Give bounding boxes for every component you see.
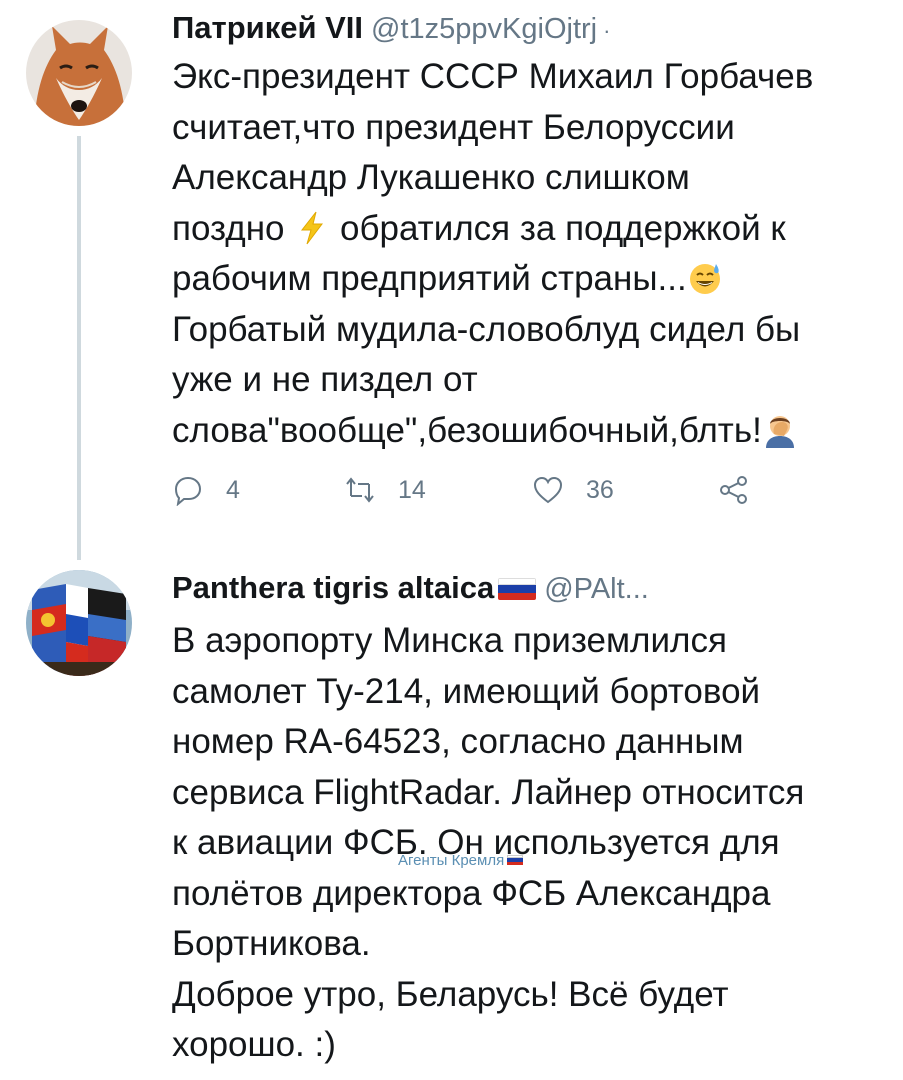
display-name[interactable]: Panthera tigris altaica [172,570,494,605]
fox-avatar-image [26,20,132,126]
tweet-line: слова"вообще",безошибочный,блть! [172,406,872,457]
display-name[interactable]: Патрикей VII [172,10,363,45]
retweet-button[interactable]: 14 [344,470,426,510]
retweet-icon [346,477,374,503]
like-count: 36 [586,475,614,504]
reply-button[interactable]: 4 [172,470,240,510]
reply-icon [174,476,202,506]
thread-line [77,136,81,560]
tweet-line: сервиса FlightRadar. Лайнер относится [172,772,805,812]
tweet-text: Экс-президент СССР Михаил Горбачев счита… [172,52,872,456]
separator-dot: · [603,18,611,43]
tweet-line: самолет Ту-214, имеющий бортовой [172,671,761,711]
share-icon [720,476,747,504]
tweet-line: поздно обратился за поддержкой к [172,208,786,248]
watermark-text: Агенты Кремля [398,852,505,869]
user-handle[interactable]: @t1z5ppvKgiOjtrj [371,13,597,45]
heart-icon [533,476,563,504]
tweet-line: считает,что президент Белоруссии [172,107,735,147]
facepalm-emoji-icon [762,412,798,448]
reply-count: 4 [226,475,240,504]
sweat-smile-emoji-icon [687,260,723,296]
tweet-header: Panthera tigris altaica @PAlt... [172,568,649,608]
tweet-patrikey[interactable]: Патрикей VII @t1z5ppvKgiOjtrj · Экс-презид… [0,0,903,560]
watermark: Агенты Кремля [398,852,524,869]
tweet-line: Доброе утро, Беларусь! Всё будет [172,974,729,1014]
tweet-line: рабочим предприятий страны... [172,254,872,305]
tweet-line: Экс-президент СССР Михаил Горбачев [172,57,814,96]
user-handle[interactable]: @PAlt... [544,573,649,605]
tweet-line: уже и не пиздел от [172,360,478,399]
tweet-line: номер RA-64523, согласно данным [172,722,744,761]
avatar-fox[interactable] [26,20,132,126]
tweet-line: В аэропорту Минска приземлился [172,621,727,660]
lightning-emoji-icon [294,210,330,246]
like-button[interactable]: 36 [532,470,614,510]
tweet-line: Горбатый мудила-словоблуд сидел бы [172,309,801,349]
retweet-count: 14 [398,475,426,504]
share-button[interactable] [718,470,750,510]
tweet-text: В аэропорту Минска приземлился самолет Т… [172,616,872,1071]
tweet-panthera[interactable]: Panthera tigris altaica @PAlt... В аэропо… [0,560,903,1080]
russia-flag-icon [498,578,537,600]
tweet-line: хорошо. :) [172,1025,336,1064]
tweet-line: полётов директора ФСБ Александра [172,873,771,913]
flags-avatar-image [26,570,132,676]
avatar-flags[interactable] [26,570,132,676]
tweet-line: Бортникова. [172,924,371,963]
tweet-actions: 4 14 36 [172,470,772,510]
tweet-header: Патрикей VII @t1z5ppvKgiOjtrj · [172,8,610,48]
tweet-line: Александр Лукашенко слишком [172,158,690,197]
watermark-flag-icon [507,855,524,865]
